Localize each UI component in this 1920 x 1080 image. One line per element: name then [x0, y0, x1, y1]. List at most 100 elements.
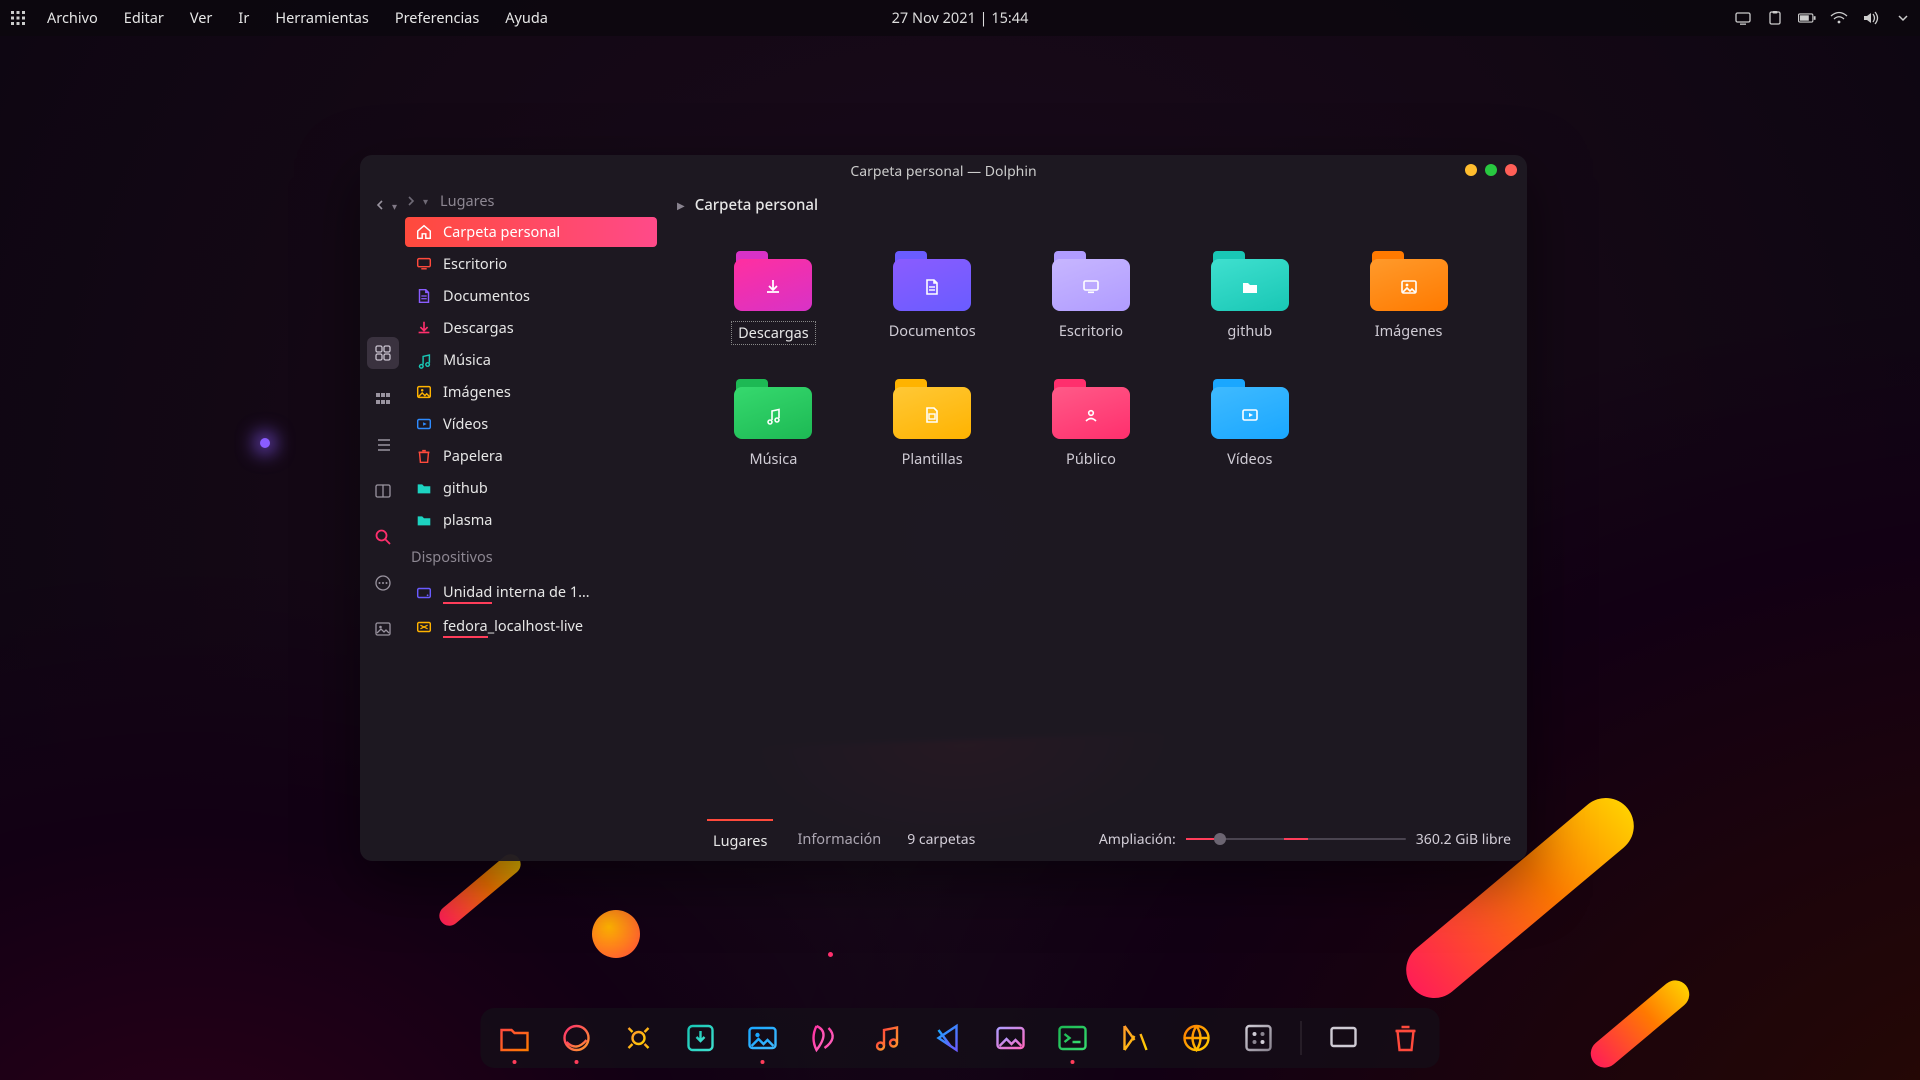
nav-back-dropdown[interactable]: ▾	[392, 199, 397, 213]
dock-app-kate[interactable]	[805, 1018, 845, 1058]
sidebar-item-label: plasma	[443, 510, 492, 530]
sidebar-item-carpeta-personal[interactable]: Carpeta personal	[405, 217, 657, 247]
menu-editar[interactable]: Editar	[111, 8, 177, 28]
folder-label: Plantillas	[902, 449, 963, 469]
folder-icon	[734, 251, 812, 311]
folder-icon	[1052, 251, 1130, 311]
folder-icon	[415, 511, 433, 529]
nav-forward-button[interactable]	[405, 195, 417, 207]
home-icon	[415, 223, 433, 241]
menu-ir[interactable]: Ir	[225, 8, 262, 28]
wallpaper-ball	[592, 910, 640, 958]
rail-preview-button[interactable]	[367, 613, 399, 645]
template-icon	[893, 397, 971, 433]
sidebar-item-documentos[interactable]: Documentos	[405, 281, 657, 311]
dock-app-kvantum[interactable]	[1115, 1018, 1155, 1058]
sidebar-item-escritorio[interactable]: Escritorio	[405, 249, 657, 279]
window-minimize-button[interactable]	[1465, 164, 1477, 176]
view-rail	[360, 187, 405, 861]
folder-icon	[415, 479, 433, 497]
nav-forward-dropdown[interactable]: ▾	[423, 194, 428, 208]
rail-more-button[interactable]	[367, 567, 399, 599]
free-space: 360.2 GiB libre	[1416, 830, 1511, 849]
dock-app-gimp[interactable]	[991, 1018, 1031, 1058]
dock-app-vscode[interactable]	[929, 1018, 969, 1058]
dock-trash[interactable]	[1386, 1018, 1426, 1058]
dock-app-krita[interactable]	[1239, 1018, 1279, 1058]
tray-volume-icon[interactable]	[1862, 9, 1880, 27]
dock-app-firefox[interactable]	[557, 1018, 597, 1058]
sidebar-item-label: Carpeta personal	[443, 222, 560, 242]
panel-tab-places[interactable]: Lugares	[707, 819, 773, 860]
breadcrumb[interactable]: ▶ Carpeta personal	[663, 187, 1519, 229]
sidebar-item-vídeos[interactable]: Vídeos	[405, 409, 657, 439]
folder-descargas[interactable]: Descargas	[699, 251, 848, 345]
tray-display-icon[interactable]	[1734, 9, 1752, 27]
apps-grid-button[interactable]	[8, 11, 28, 25]
dock-app-photos[interactable]	[743, 1018, 783, 1058]
dock-app-settings[interactable]	[619, 1018, 659, 1058]
sidebar-item-plasma[interactable]: plasma	[405, 505, 657, 535]
sidebar-item-música[interactable]: Música	[405, 345, 657, 375]
folder-label: Imágenes	[1375, 321, 1443, 341]
dock-show-desktop[interactable]	[1324, 1018, 1364, 1058]
sidebar-device-unidad-interna-de-1-[interactable]: Unidad interna de 1…	[405, 577, 657, 609]
menu-ver[interactable]: Ver	[177, 8, 226, 28]
sidebar-device-fedora-localhost-live[interactable]: fedora_localhost-live	[405, 611, 657, 643]
main-panel: ▶ Carpeta personal Descargas Documentos …	[663, 187, 1527, 861]
window-close-button[interactable]	[1505, 164, 1517, 176]
rail-icons-view-button[interactable]	[367, 337, 399, 369]
menu-archivo[interactable]: Archivo	[34, 8, 111, 28]
menu-ayuda[interactable]: Ayuda	[492, 8, 561, 28]
zoom-slider[interactable]	[1186, 831, 1406, 847]
rail-search-button[interactable]	[367, 521, 399, 553]
rail-compact-view-button[interactable]	[367, 383, 399, 415]
nav-back-button[interactable]	[374, 199, 386, 211]
dock-app-files[interactable]	[495, 1018, 535, 1058]
drive-live-icon	[415, 618, 433, 636]
tray-chevron-down-icon[interactable]	[1894, 9, 1912, 27]
dock-app-terminal[interactable]	[1053, 1018, 1093, 1058]
status-item-count: 9 carpetas	[907, 830, 975, 849]
clock[interactable]: 27 Nov 2021 | 15:44	[892, 8, 1029, 28]
music-icon	[415, 351, 433, 369]
image-icon	[1370, 269, 1448, 305]
folder-imágenes[interactable]: Imágenes	[1334, 251, 1483, 345]
wallpaper-stripe	[435, 850, 524, 930]
places-sidebar: ▾ Lugares Carpeta personalEscritorioDocu…	[405, 187, 663, 861]
folder-vídeos[interactable]: Vídeos	[1175, 379, 1324, 469]
tray-wifi-icon[interactable]	[1830, 9, 1848, 27]
dock-app-browser-alt[interactable]	[1177, 1018, 1217, 1058]
dock-app-music[interactable]	[867, 1018, 907, 1058]
video-icon	[1211, 397, 1289, 433]
sidebar-item-label: Unidad interna de 1…	[443, 582, 590, 604]
rail-split-view-button[interactable]	[367, 475, 399, 507]
window-controls	[1465, 164, 1517, 176]
sidebar-item-label: fedora_localhost-live	[443, 616, 583, 638]
sidebar-item-label: github	[443, 478, 488, 498]
folder-icon	[1211, 379, 1289, 439]
sidebar-item-imágenes[interactable]: Imágenes	[405, 377, 657, 407]
sidebar-item-descargas[interactable]: Descargas	[405, 313, 657, 343]
rail-details-view-button[interactable]	[367, 429, 399, 461]
folder-plantillas[interactable]: Plantillas	[858, 379, 1007, 469]
menu-preferencias[interactable]: Preferencias	[382, 8, 492, 28]
folder-documentos[interactable]: Documentos	[858, 251, 1007, 345]
sidebar-item-papelera[interactable]: Papelera	[405, 441, 657, 471]
tray-clipboard-icon[interactable]	[1766, 9, 1784, 27]
panel-tab-info[interactable]: Información	[791, 819, 887, 860]
folder-grid: Descargas Documentos Escritorio github I…	[663, 229, 1519, 469]
window-maximize-button[interactable]	[1485, 164, 1497, 176]
tray-battery-icon[interactable]	[1798, 9, 1816, 27]
folder-github[interactable]: github	[1175, 251, 1324, 345]
devices-header: Dispositivos	[405, 537, 657, 577]
dock-app-app-install[interactable]	[681, 1018, 721, 1058]
folder-música[interactable]: Música	[699, 379, 848, 469]
folder-icon	[893, 379, 971, 439]
folder-público[interactable]: Público	[1017, 379, 1166, 469]
menu-herramientas[interactable]: Herramientas	[262, 8, 382, 28]
window-titlebar[interactable]: Carpeta personal — Dolphin	[360, 155, 1527, 187]
sidebar-item-github[interactable]: github	[405, 473, 657, 503]
breadcrumb-marker-icon: ▶	[677, 198, 685, 212]
folder-escritorio[interactable]: Escritorio	[1017, 251, 1166, 345]
